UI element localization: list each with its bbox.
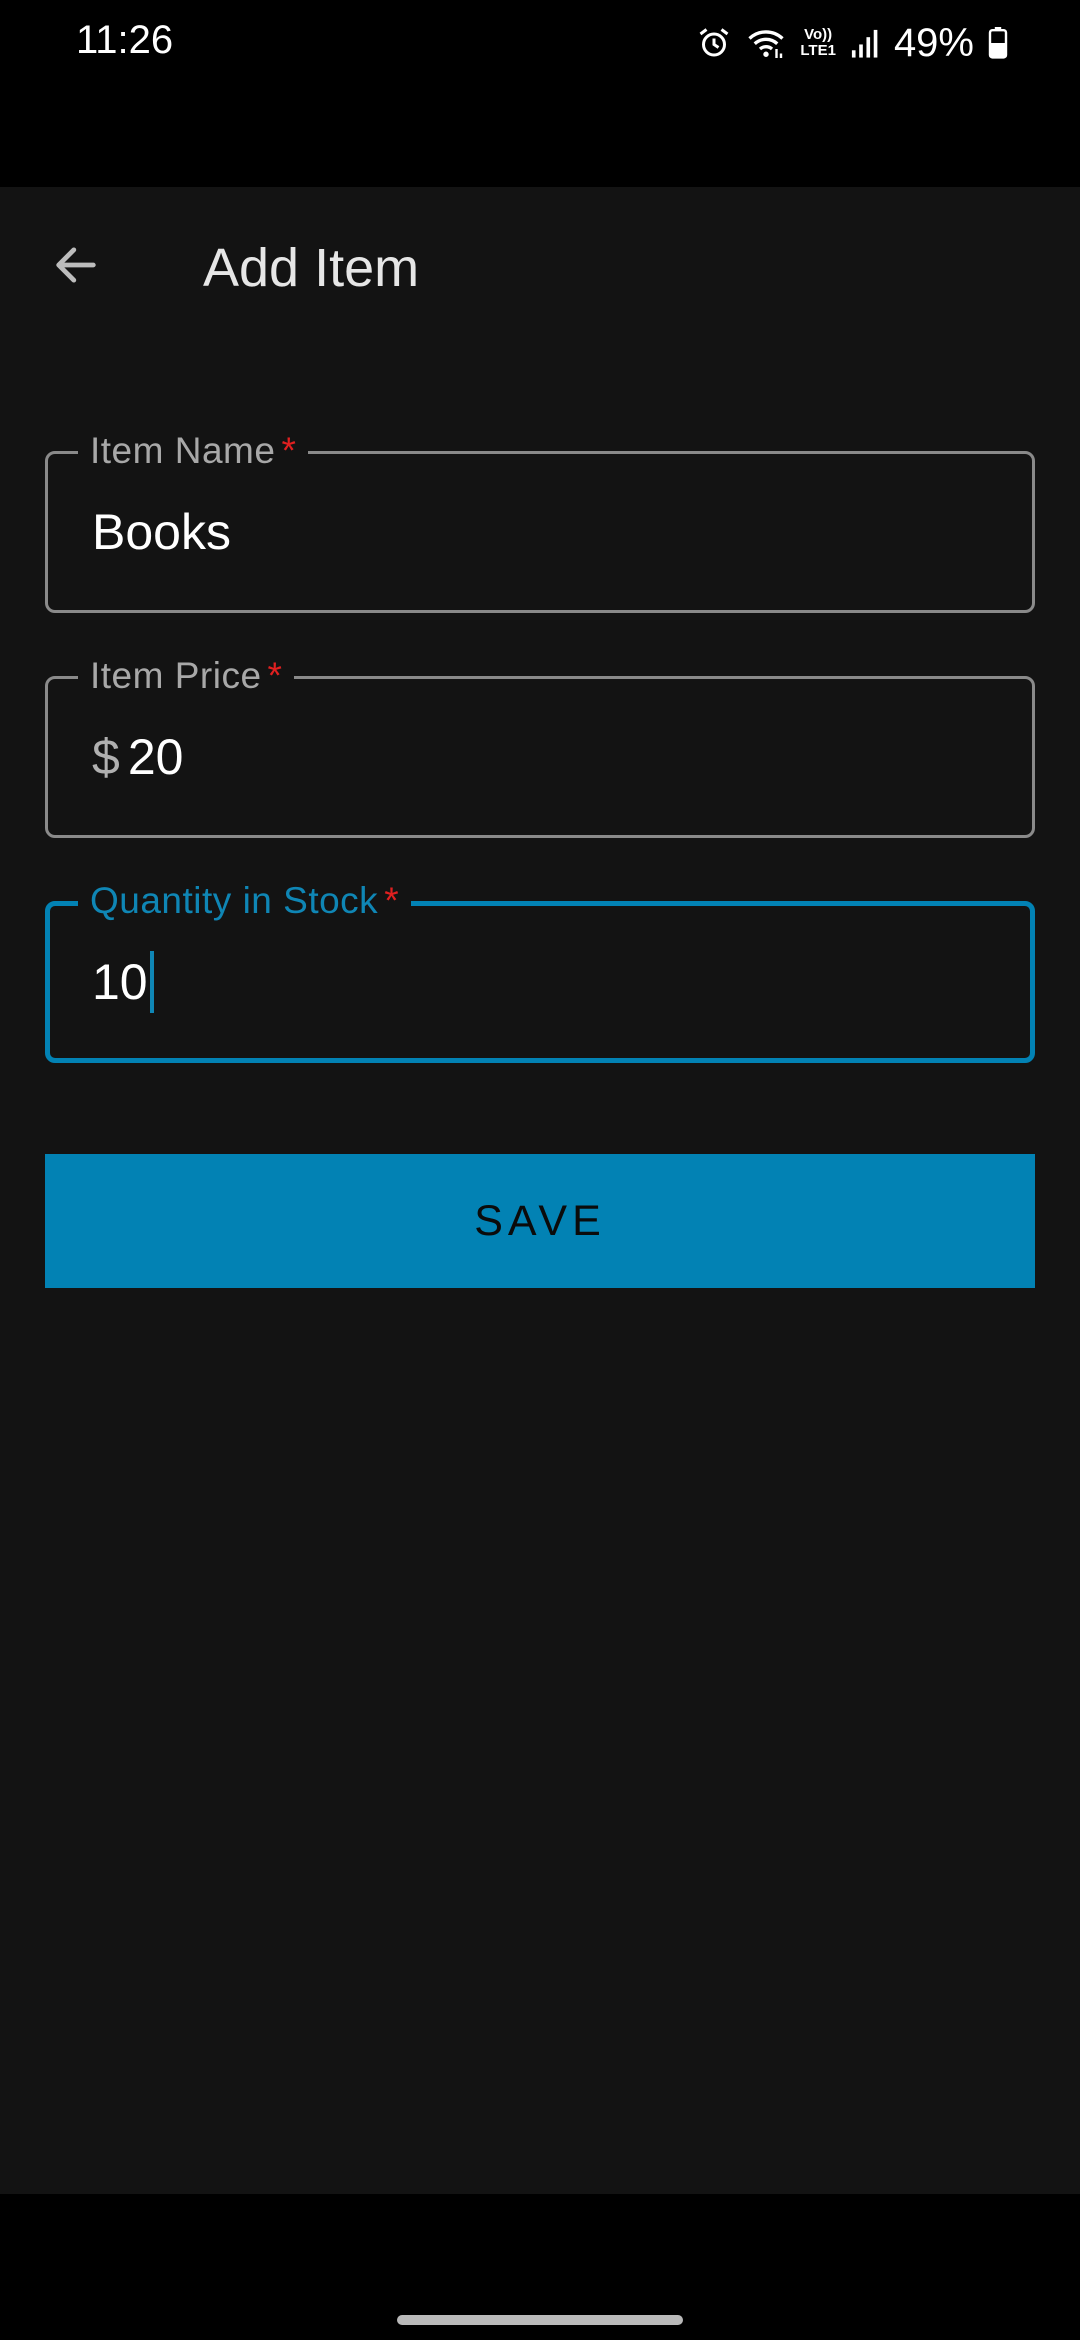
item-price-label-text: Item Price [90,655,262,696]
item-name-field[interactable]: Item Name * Books [45,428,1035,613]
volte-line1: Vo)) [804,26,833,43]
top-app-bar: Add Item [0,187,1080,347]
item-price-label: Item Price * [78,653,295,699]
text-cursor [149,951,154,1013]
volte-line2: LTE1 [800,42,836,59]
battery-percent: 49% [893,20,974,65]
navigation-bar [0,2194,1080,2340]
item-name-value-text: Books [92,504,231,560]
volte-icon: Vo)) LTE1 [800,27,836,59]
quantity-label: Quantity in Stock * [78,878,412,924]
item-name-label: Item Name * [78,428,309,474]
battery-icon [988,27,1008,59]
quantity-value-text: 10 [92,954,148,1010]
status-time: 11:26 [76,18,174,62]
page-title: Add Item [203,238,420,298]
item-price-value-text: 20 [127,729,184,785]
item-price-value: $20 [92,728,183,786]
status-bar: 11:26 Vo)) LTE1 49% [0,0,1080,187]
quantity-value: 10 [92,951,154,1013]
quantity-label-text: Quantity in Stock [90,880,379,921]
back-button[interactable] [40,231,112,303]
arrow-back-icon [50,239,102,296]
required-mark: * [281,430,297,471]
required-mark: * [267,655,283,696]
home-indicator[interactable] [397,2315,683,2325]
status-icons: Vo)) LTE1 49% [696,18,1008,68]
currency-prefix: $ [92,729,120,785]
signal-icon [850,27,880,59]
item-price-field[interactable]: Item Price * $20 [45,653,1035,838]
alarm-icon [696,25,732,61]
item-name-label-text: Item Name [90,430,276,471]
save-button[interactable]: SAVE [45,1154,1035,1288]
wifi-icon [746,25,786,61]
app-screen: Add Item Item Name * Books Item Price * $2… [0,187,1080,2194]
quantity-field[interactable]: Quantity in Stock * 10 [45,878,1035,1063]
required-mark: * [384,880,400,921]
item-name-value: Books [92,503,231,561]
